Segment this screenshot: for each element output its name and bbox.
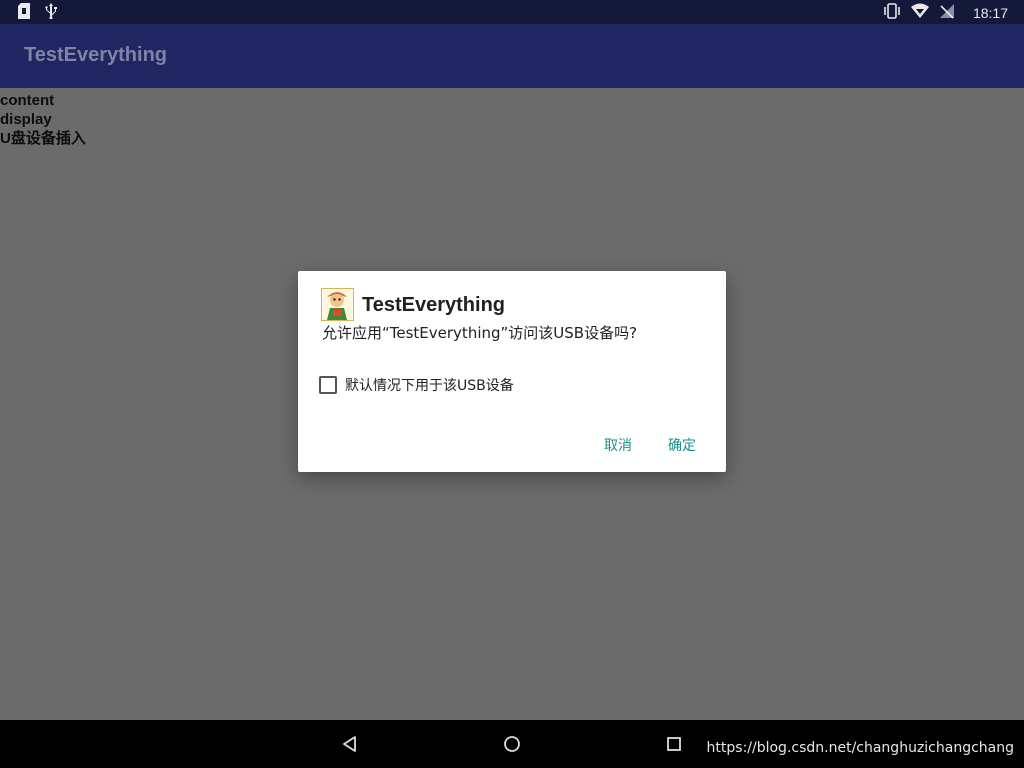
default-usb-checkbox[interactable] (319, 376, 337, 394)
wifi-icon (910, 3, 929, 23)
vibrate-icon (883, 3, 901, 23)
status-time: 18:17 (972, 5, 1008, 21)
app-title: TestEverything (24, 44, 167, 66)
watermark-text: https://blog.csdn.net/changhuzichangchan… (706, 740, 1014, 756)
recents-icon[interactable] (664, 734, 684, 754)
back-icon[interactable] (340, 734, 360, 754)
content-text: content display U盘设备插入 (0, 91, 86, 148)
content-line: content (0, 92, 55, 109)
status-bar: 18:17 (0, 0, 1024, 24)
dialog-title: TestEverything (362, 294, 505, 316)
navigation-bar: https://blog.csdn.net/changhuzichangchan… (0, 720, 1024, 768)
default-usb-checkbox-label: 默认情况下用于该USB设备 (345, 378, 514, 394)
home-icon[interactable] (502, 734, 522, 754)
app-icon (321, 288, 354, 321)
no-signal-icon (939, 3, 955, 23)
content-line: display (0, 111, 52, 128)
ok-button[interactable]: 确定 (668, 435, 696, 455)
content-line: U盘设备插入 (0, 130, 86, 147)
app-bar: TestEverything (0, 24, 1024, 88)
dialog-message: 允许应用“TestEverything”访问该USB设备吗? (322, 324, 638, 342)
sim-card-icon (18, 3, 30, 23)
usb-icon (44, 3, 58, 23)
usb-permission-dialog: TestEverything 允许应用“TestEverything”访问该US… (298, 271, 726, 472)
default-usb-option[interactable]: 默认情况下用于该USB设备 (319, 375, 514, 395)
cancel-button[interactable]: 取消 (604, 435, 632, 455)
